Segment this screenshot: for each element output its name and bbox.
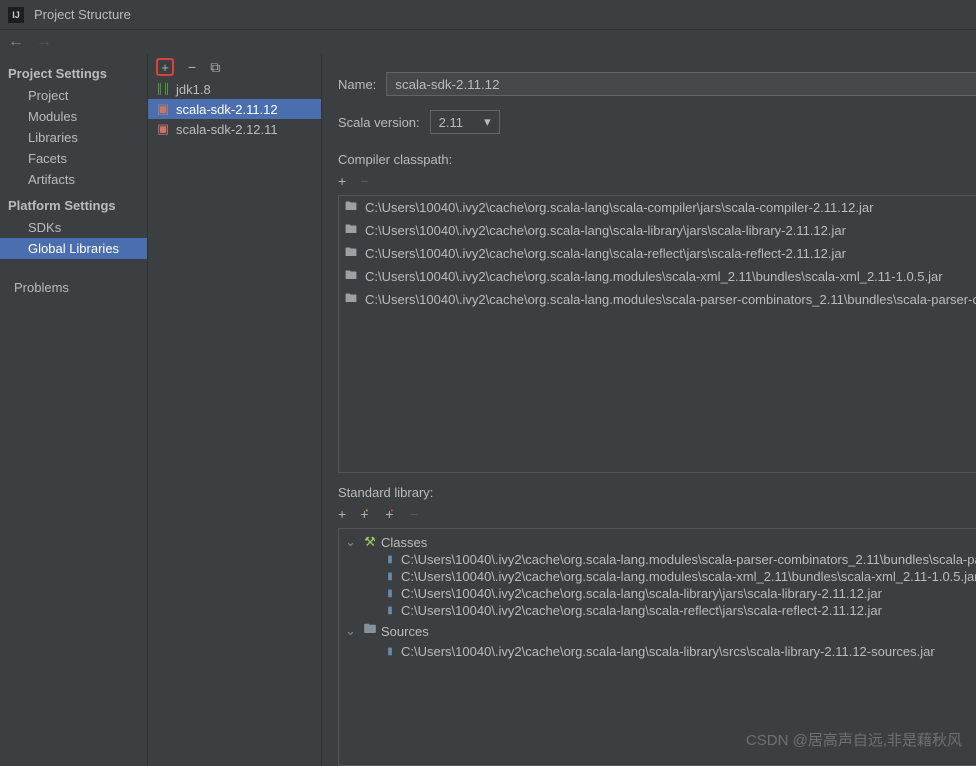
- remove-classpath-button[interactable]: −: [360, 173, 368, 189]
- class-jar-item[interactable]: ▮ C:\Users\10040\.ivy2\cache\org.scala-la…: [339, 602, 976, 619]
- jar-icon: ▮: [383, 588, 397, 599]
- chevron-down-icon[interactable]: ⌄: [345, 534, 359, 550]
- hammer-icon: ⚒: [363, 534, 377, 550]
- classpath-item[interactable]: 🖿 C:\Users\10040\.ivy2\cache\org.scala-la…: [339, 219, 976, 242]
- classpath-path: C:\Users\10040\.ivy2\cache\org.scala-lan…: [365, 269, 943, 284]
- class-path: C:\Users\10040\.ivy2\cache\org.scala-lan…: [401, 552, 976, 567]
- classes-label: Classes: [381, 535, 427, 550]
- classpath-item[interactable]: 🖿 C:\Users\10040\.ivy2\cache\org.scala-la…: [339, 265, 976, 288]
- copy-library-button[interactable]: ⧉: [210, 59, 220, 76]
- classpath-item[interactable]: 🖿 C:\Users\10040\.ivy2\cache\org.scala-la…: [339, 196, 976, 219]
- sources-label: Sources: [381, 624, 429, 639]
- standard-library-label: Standard library:: [338, 485, 976, 500]
- stdlib-toolbar: + + + −: [338, 506, 976, 522]
- compiler-classpath-label: Compiler classpath:: [338, 152, 976, 167]
- nav-global-libraries[interactable]: Global Libraries: [0, 238, 147, 259]
- remove-library-button[interactable]: −: [188, 59, 196, 75]
- add-stdlib-global-button[interactable]: +: [360, 506, 371, 522]
- source-path: C:\Users\10040\.ivy2\cache\org.scala-lan…: [401, 644, 935, 659]
- folder-icon: 🖿: [345, 243, 359, 264]
- name-input[interactable]: [386, 72, 976, 96]
- forward-icon[interactable]: →: [36, 33, 52, 51]
- library-item-scala-2-11[interactable]: ▣ scala-sdk-2.11.12: [148, 99, 321, 119]
- platform-settings-header: Platform Settings: [0, 194, 147, 217]
- class-path: C:\Users\10040\.ivy2\cache\org.scala-lan…: [401, 569, 976, 584]
- scala-folder-icon: ▣: [156, 121, 170, 137]
- class-jar-item[interactable]: ▮ C:\Users\10040\.ivy2\cache\org.scala-la…: [339, 585, 976, 602]
- libraries-toolbar: + − ⧉: [148, 54, 321, 80]
- nav-project[interactable]: Project: [0, 85, 147, 106]
- libraries-panel: + − ⧉ ║║ jdk1.8 ▣ scala-sdk-2.11.12 ▣ sc…: [148, 54, 322, 766]
- app-logo-icon: IJ: [8, 7, 24, 23]
- watermark: CSDN @居高声自远,非是藉秋风: [746, 729, 962, 750]
- remove-stdlib-button[interactable]: −: [410, 506, 418, 522]
- class-jar-item[interactable]: ▮ C:\Users\10040\.ivy2\cache\org.scala-la…: [339, 568, 976, 585]
- library-detail-panel: Name: Scala version: 2.11 ▾ Compiler cla…: [322, 54, 976, 766]
- classpath-path: C:\Users\10040\.ivy2\cache\org.scala-lan…: [365, 223, 846, 238]
- folder-icon: 🖿: [345, 266, 359, 287]
- classpath-toolbar: + −: [338, 173, 976, 189]
- project-settings-header: Project Settings: [0, 62, 147, 85]
- class-jar-item[interactable]: ▮ C:\Users\10040\.ivy2\cache\org.scala-la…: [339, 551, 976, 568]
- navbar: ← →: [0, 30, 976, 54]
- nav-artifacts[interactable]: Artifacts: [0, 169, 147, 190]
- nav-problems[interactable]: Problems: [0, 277, 147, 298]
- jar-icon: ▮: [383, 605, 397, 616]
- settings-nav: Project Settings Project Modules Librari…: [0, 54, 148, 766]
- classes-node[interactable]: ⌄ ⚒ Classes: [339, 533, 976, 551]
- titlebar: IJ Project Structure: [0, 0, 976, 30]
- add-library-button[interactable]: +: [156, 58, 174, 76]
- add-stdlib-button[interactable]: +: [338, 506, 346, 522]
- nav-facets[interactable]: Facets: [0, 148, 147, 169]
- jar-icon: ▮: [383, 571, 397, 582]
- nav-libraries[interactable]: Libraries: [0, 127, 147, 148]
- source-jar-item[interactable]: ▮ C:\Users\10040\.ivy2\cache\org.scala-la…: [339, 643, 976, 660]
- class-path: C:\Users\10040\.ivy2\cache\org.scala-lan…: [401, 603, 882, 618]
- folder-icon: 🖿: [363, 620, 377, 642]
- add-classpath-button[interactable]: +: [338, 173, 346, 189]
- scala-folder-icon: ▣: [156, 101, 170, 117]
- library-item-jdk[interactable]: ║║ jdk1.8: [148, 80, 321, 99]
- sources-node[interactable]: ⌄ 🖿 Sources: [339, 619, 976, 643]
- back-icon[interactable]: ←: [8, 33, 24, 51]
- library-item-scala-2-12[interactable]: ▣ scala-sdk-2.12.11: [148, 119, 321, 139]
- scala-version-label: Scala version:: [338, 115, 420, 130]
- jar-icon: ▮: [383, 646, 397, 657]
- classpath-list[interactable]: 🖿 C:\Users\10040\.ivy2\cache\org.scala-la…: [338, 195, 976, 473]
- scala-version-value: 2.11: [439, 115, 463, 130]
- jdk-icon: ║║: [156, 84, 170, 95]
- window-title: Project Structure: [34, 7, 131, 22]
- class-path: C:\Users\10040\.ivy2\cache\org.scala-lan…: [401, 586, 882, 601]
- add-stdlib-project-button[interactable]: +: [385, 506, 396, 522]
- folder-icon: 🖿: [345, 220, 359, 241]
- jar-icon: ▮: [383, 554, 397, 565]
- classpath-path: C:\Users\10040\.ivy2\cache\org.scala-lan…: [365, 200, 873, 215]
- library-label: scala-sdk-2.12.11: [176, 122, 278, 137]
- folder-icon: 🖿: [345, 197, 359, 218]
- scala-version-select[interactable]: 2.11 ▾: [430, 110, 500, 134]
- nav-modules[interactable]: Modules: [0, 106, 147, 127]
- classpath-path: C:\Users\10040\.ivy2\cache\org.scala-lan…: [365, 292, 976, 307]
- library-label: scala-sdk-2.11.12: [176, 102, 278, 117]
- classpath-item[interactable]: 🖿 C:\Users\10040\.ivy2\cache\org.scala-la…: [339, 288, 976, 311]
- library-label: jdk1.8: [176, 82, 211, 97]
- classpath-item[interactable]: 🖿 C:\Users\10040\.ivy2\cache\org.scala-la…: [339, 242, 976, 265]
- name-label: Name:: [338, 77, 376, 92]
- folder-icon: 🖿: [345, 289, 359, 310]
- nav-sdks[interactable]: SDKs: [0, 217, 147, 238]
- chevron-down-icon[interactable]: ⌄: [345, 623, 359, 639]
- libraries-list: ║║ jdk1.8 ▣ scala-sdk-2.11.12 ▣ scala-sd…: [148, 80, 321, 766]
- classpath-path: C:\Users\10040\.ivy2\cache\org.scala-lan…: [365, 246, 846, 261]
- chevron-down-icon: ▾: [484, 114, 491, 130]
